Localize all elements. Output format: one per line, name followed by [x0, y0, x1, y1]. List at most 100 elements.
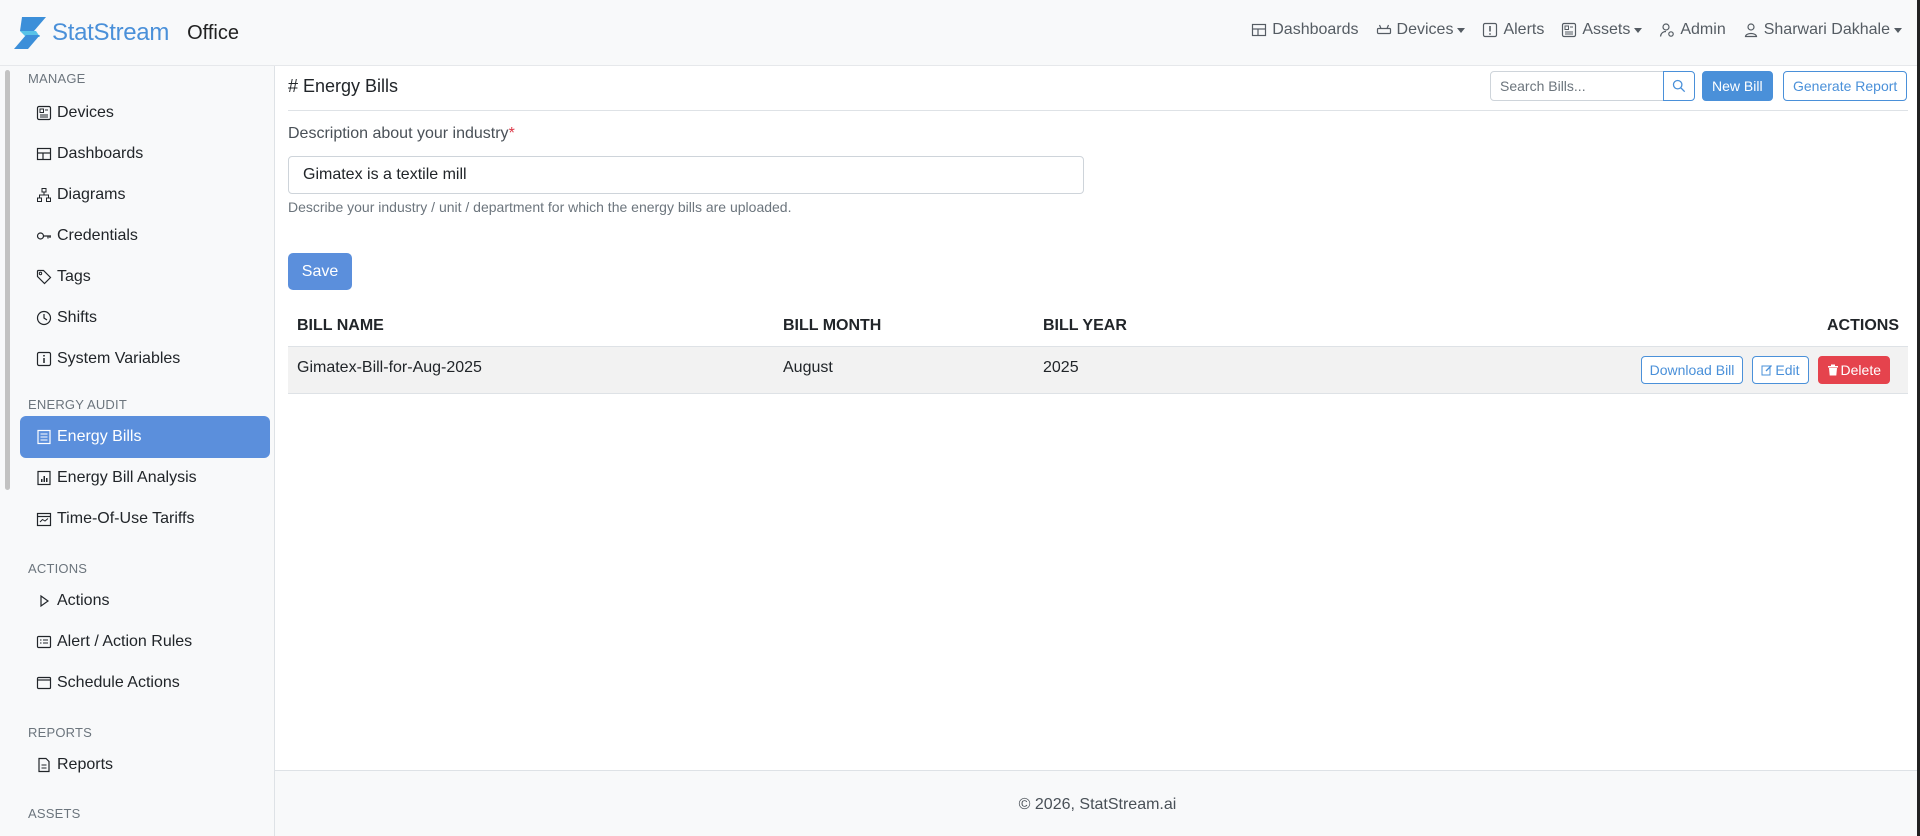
cell-bill-name: Gimatex-Bill-for-Aug-2025	[297, 359, 482, 376]
top-nav-menu: Dashboards Devices Alerts Assets Admin S…	[1234, 21, 1902, 39]
page-title: # Energy Bills	[288, 76, 399, 96]
topnav-alerts-label: Alerts	[1503, 21, 1545, 38]
column-header-bill-name: BILL NAME	[297, 317, 384, 334]
topnav-assets-label: Assets	[1582, 21, 1631, 38]
sidebar-item-energy-bills[interactable]: Energy Bills	[20, 416, 270, 458]
sidebar-item-diagrams[interactable]: Diagrams	[20, 174, 270, 216]
brand-subtitle: Office	[187, 21, 239, 44]
sidebar-section-manage: MANAGE	[28, 71, 86, 86]
new-bill-button[interactable]: New Bill	[1702, 71, 1773, 101]
sidebar-item-label: Actions	[57, 592, 110, 609]
topnav-dashboards[interactable]: Dashboards	[1251, 21, 1359, 39]
sidebar-item-tou-tariffs[interactable]: Time-Of-Use Tariffs	[20, 498, 270, 540]
info-icon	[36, 351, 52, 367]
sidebar-section-reports: REPORTS	[28, 725, 93, 740]
diagram-icon	[37, 188, 51, 202]
dashboard-icon	[1252, 23, 1267, 37]
sidebar-item-label: Schedule Actions	[57, 674, 180, 691]
user-icon	[1744, 23, 1757, 38]
delete-label: Delete	[1840, 362, 1881, 378]
topnav-assets[interactable]: Assets	[1561, 21, 1643, 39]
sidebar-item-dashboards[interactable]: Dashboards	[20, 133, 270, 175]
download-bill-button[interactable]: Download Bill	[1640, 356, 1744, 384]
required-marker: *	[508, 125, 515, 142]
search-input[interactable]	[1490, 71, 1664, 101]
brand-name: StatStream	[52, 19, 170, 46]
search-icon	[1672, 79, 1686, 93]
sidebar-item-devices[interactable]: Devices	[20, 92, 270, 134]
sidebar-item-label: System Variables	[57, 350, 181, 367]
clock-icon	[36, 310, 52, 326]
divider	[288, 110, 1908, 111]
sidebar-item-label: Shifts	[57, 309, 98, 326]
analysis-icon	[37, 470, 51, 486]
brand[interactable]: StatStream Office	[12, 14, 239, 52]
trash-icon	[1827, 364, 1838, 376]
delete-button[interactable]: Delete	[1817, 356, 1890, 384]
sidebar-item-credentials[interactable]: Credentials	[20, 215, 270, 257]
description-label-text: Description about your industry	[288, 125, 509, 142]
save-button[interactable]: Save	[288, 253, 352, 290]
sidebar-item-shifts[interactable]: Shifts	[20, 297, 270, 339]
topnav-alerts[interactable]: Alerts	[1482, 21, 1544, 39]
column-header-actions: ACTIONS	[1827, 317, 1899, 334]
sidebar-item-label: Alert / Action Rules	[57, 633, 193, 650]
edit-label: Edit	[1775, 362, 1800, 378]
sidebar-item-label: Diagrams	[57, 186, 126, 203]
sidebar-item-tags[interactable]: Tags	[20, 256, 270, 298]
topnav-devices-label: Devices	[1396, 21, 1454, 38]
chevron-down-icon	[1894, 27, 1902, 33]
column-header-bill-year: BILL YEAR	[1043, 317, 1127, 334]
sidebar-item-alert-rules[interactable]: Alert / Action Rules	[20, 621, 270, 663]
chevron-down-icon	[1634, 27, 1643, 33]
key-icon	[36, 232, 51, 240]
sidebar-item-system-variables[interactable]: System Variables	[20, 338, 270, 380]
sidebar-item-label: Credentials	[57, 227, 138, 244]
sidebar-section-actions: ACTIONS	[28, 561, 88, 576]
top-navbar: StatStream Office Dashboards Devices Ale…	[0, 0, 1920, 66]
document-icon	[38, 757, 50, 773]
search-button[interactable]	[1663, 71, 1695, 101]
topnav-user-menu[interactable]: Sharwari Dakhale	[1743, 21, 1902, 39]
sidebar-item-label: Devices	[57, 104, 114, 121]
row-actions: Download Bill Edit Delete	[1632, 356, 1890, 384]
topnav-dashboards-label: Dashboards	[1272, 21, 1359, 38]
topnav-admin[interactable]: Admin	[1659, 21, 1726, 39]
bill-icon	[37, 429, 51, 445]
topnav-admin-label: Admin	[1680, 21, 1726, 38]
sidebar-scrollbar[interactable]	[5, 70, 10, 490]
sidebar-item-actions[interactable]: Actions	[20, 580, 270, 622]
search-group	[1490, 71, 1695, 101]
sidebar-item-label: Tags	[57, 268, 91, 285]
generate-report-button[interactable]: Generate Report	[1783, 71, 1908, 101]
footer: © 2026, StatStream.ai	[275, 770, 1920, 836]
window-icon	[36, 676, 52, 690]
dashboard-icon	[36, 147, 52, 161]
sidebar-item-schedule-actions[interactable]: Schedule Actions	[20, 662, 270, 704]
footer-copyright: © 2026, StatStream.ai	[1018, 796, 1177, 813]
sidebar-item-energy-bill-analysis[interactable]: Energy Bill Analysis	[20, 457, 270, 499]
calendar-icon	[36, 512, 52, 527]
assets-icon	[1562, 22, 1577, 38]
tag-icon	[36, 269, 52, 285]
sidebar-item-reports[interactable]: Reports	[20, 744, 270, 786]
devices-icon	[1376, 24, 1391, 35]
topnav-devices[interactable]: Devices	[1376, 21, 1466, 39]
main-content: # Energy Bills New Bill Generate Report …	[275, 66, 1920, 836]
statstream-logo-icon	[14, 17, 46, 49]
topnav-user-label: Sharwari Dakhale	[1763, 21, 1890, 38]
sidebar-item-label: Reports	[57, 756, 114, 773]
sidebar-item-label: Dashboards	[57, 145, 144, 162]
sidebar: MANAGE Devices Dashboards Diagrams Crede…	[0, 66, 275, 836]
description-label: Description about your industry*	[288, 125, 515, 143]
admin-icon	[1660, 23, 1675, 37]
table-row: Gimatex-Bill-for-Aug-2025 August 2025 Do…	[288, 346, 1908, 394]
edit-icon	[1761, 365, 1773, 376]
sidebar-section-assets: ASSETS	[28, 806, 81, 821]
chevron-down-icon	[1457, 27, 1466, 33]
edit-button[interactable]: Edit	[1752, 356, 1809, 384]
devices-icon	[36, 105, 52, 121]
rules-icon	[36, 635, 52, 649]
industry-description-input[interactable]	[288, 156, 1084, 194]
description-help-text: Describe your industry / unit / departme…	[288, 199, 792, 215]
